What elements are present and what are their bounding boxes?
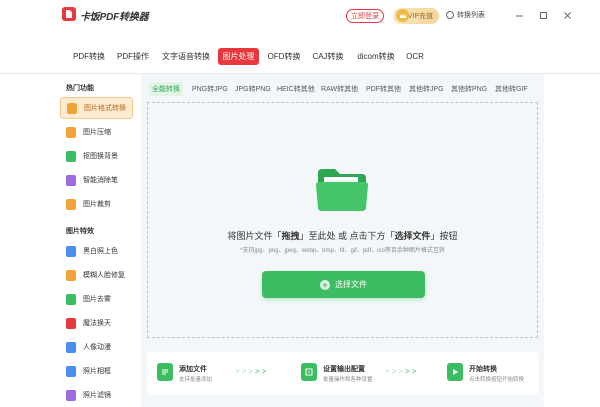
sky-replace-icon [66, 317, 76, 329]
vip-label: VIP充值 [407, 13, 433, 20]
title-bar: 卡饭PDF转换器 立即登录 VIP充值 转换列表 [0, 0, 600, 36]
step-1-title: 添加文件 [179, 366, 207, 373]
vip-recharge-button[interactable]: VIP充值 [393, 8, 439, 24]
subtab-other-to-png[interactable]: 其他转PNG [448, 82, 490, 96]
sidebar-item-label: 人像动漫 [83, 344, 111, 351]
convert-list-button[interactable]: 转换列表 [446, 10, 485, 20]
sidebar-item-label: 照片相框 [83, 368, 111, 375]
sidebar-item-sky-replace[interactable]: 魔法换天 [60, 312, 133, 334]
sidebar-item-dehaze[interactable]: 图片去雾 [60, 288, 133, 310]
sidebar-item-label: 图片压缩 [83, 129, 111, 136]
login-button[interactable]: 立即登录 [346, 9, 384, 23]
subtab-all-convert[interactable]: 全能转换 [149, 82, 183, 96]
step-arrows-icon: >>>>> [385, 367, 419, 376]
file-drop-zone[interactable]: 将图片文件「拖拽」至此处 或 点击下方「选择文件」按钮 *支持jpg、png、j… [147, 102, 538, 338]
list-clock-icon [446, 11, 454, 19]
sidebar: 热门功能 图片格式转换 图片压缩 抠图换背景 智能消除笔 图片裁剪 图片特效 黑… [56, 74, 141, 407]
face-restore-icon [66, 269, 76, 281]
app-logo-icon [62, 7, 76, 21]
sidebar-item-crop[interactable]: 图片裁剪 [60, 193, 133, 215]
app-title: 卡饭PDF转换器 [80, 12, 149, 23]
main-panel: 全能转换 PNG转JPG JPG转PNG HEIC转其他 RAW转其他 PDF转… [141, 74, 544, 407]
sidebar-item-face-restore[interactable]: 模糊人脸修复 [60, 264, 133, 286]
sidebar-item-image-format[interactable]: 图片格式转换 [60, 97, 133, 119]
sidebar-item-label: 智能消除笔 [83, 177, 118, 184]
sidebar-item-label: 魔法换天 [83, 320, 111, 327]
tab-pdf-operate[interactable]: PDF操作 [114, 48, 152, 65]
step-3-title: 开始转换 [469, 366, 497, 373]
dehaze-icon [66, 293, 76, 305]
start-convert-icon [447, 363, 463, 381]
top-nav: PDF转换 PDF操作 文字语音转换 图片处理 OFD转换 CAJ转换 dico… [0, 36, 600, 74]
tab-caj-convert[interactable]: CAJ转换 [310, 48, 346, 65]
step-2-title: 设置输出配置 [323, 366, 365, 373]
maximize-icon[interactable] [538, 10, 548, 20]
sidebar-item-colorize[interactable]: 黑白照上色 [60, 240, 133, 262]
right-margin [544, 74, 600, 407]
output-settings-icon [301, 363, 317, 381]
tab-ocr[interactable]: OCR [404, 48, 426, 65]
compress-icon [66, 126, 76, 138]
sidebar-hot-title: 热门功能 [66, 85, 94, 92]
subtab-raw-to-other[interactable]: RAW转其他 [318, 82, 361, 96]
sidebar-item-label: 模糊人脸修复 [83, 272, 125, 279]
add-file-icon [157, 363, 173, 381]
step-arrows-icon: >>>>> [235, 367, 269, 376]
sidebar-item-photo-frame[interactable]: 照片相框 [60, 360, 133, 382]
drop-instruction: 将图片文件「拖拽」至此处 或 点击下方「选择文件」按钮 [227, 231, 458, 241]
folder-icon [313, 161, 371, 219]
sidebar-item-anime[interactable]: 人像动漫 [60, 336, 133, 358]
minimize-icon[interactable] [514, 10, 524, 20]
step-1-desc: 支持批量添加 [179, 377, 213, 383]
convert-list-label: 转换列表 [457, 12, 485, 19]
subtab-other-to-gif[interactable]: 其他转GIF [492, 82, 531, 96]
cutout-icon [66, 150, 76, 162]
sub-tabs: 全能转换 PNG转JPG JPG转PNG HEIC转其他 RAW转其他 PDF转… [141, 74, 544, 100]
tab-image-process[interactable]: 图片处理 [218, 48, 259, 65]
sidebar-item-label: 照片滤镜 [83, 392, 111, 399]
steps-bar: 添加文件 支持批量添加 >>>>> 设置输出配置 批量操作和各种设置 >>>>>… [147, 352, 538, 395]
subtab-png-to-jpg[interactable]: PNG转JPG [189, 82, 231, 96]
sidebar-item-label: 图片格式转换 [84, 105, 126, 112]
photo-filter-icon [66, 389, 76, 401]
crop-icon [66, 198, 76, 210]
sidebar-item-label: 图片裁剪 [83, 201, 111, 208]
subtab-other-to-jpg[interactable]: 其他转JPG [406, 82, 447, 96]
choose-file-button[interactable]: + 选择文件 [262, 271, 425, 298]
sidebar-item-eraser[interactable]: 智能消除笔 [60, 169, 133, 191]
anime-icon [66, 341, 76, 353]
step-2-desc: 批量操作和各种设置 [323, 377, 373, 383]
eraser-icon [66, 174, 76, 186]
tab-pdf-convert[interactable]: PDF转换 [70, 48, 108, 65]
sidebar-item-label: 抠图换背景 [83, 153, 118, 160]
sidebar-special-title: 图片特效 [66, 228, 94, 235]
step-3-desc: 点击转换按钮开始转换 [469, 377, 525, 383]
crown-icon [396, 9, 409, 22]
plus-icon: + [320, 279, 330, 290]
close-icon[interactable] [562, 10, 572, 20]
supported-formats-text: *支持jpg、png、jpeg、webp、bmp、tif、gif、pdf、ico… [240, 248, 445, 254]
sidebar-item-label: 黑白照上色 [83, 248, 118, 255]
tab-text-speech[interactable]: 文字语音转换 [158, 48, 214, 65]
sidebar-item-label: 图片去雾 [83, 296, 111, 303]
sidebar-item-photo-filter[interactable]: 照片滤镜 [60, 384, 133, 406]
subtab-pdf-to-other[interactable]: PDF转其他 [363, 82, 404, 96]
tab-dicom-convert[interactable]: dicom转换 [354, 48, 398, 65]
sidebar-item-cutout[interactable]: 抠图换背景 [60, 145, 133, 167]
choose-file-label: 选择文件 [335, 280, 367, 289]
photo-frame-icon [66, 365, 76, 377]
sidebar-item-image-compress[interactable]: 图片压缩 [60, 121, 133, 143]
subtab-jpg-to-png[interactable]: JPG转PNG [232, 82, 274, 96]
subtab-heic-to-other[interactable]: HEIC转其他 [274, 82, 318, 96]
tab-ofd-convert[interactable]: OFD转换 [266, 48, 302, 65]
image-format-icon [67, 102, 77, 114]
colorize-icon [66, 245, 76, 257]
